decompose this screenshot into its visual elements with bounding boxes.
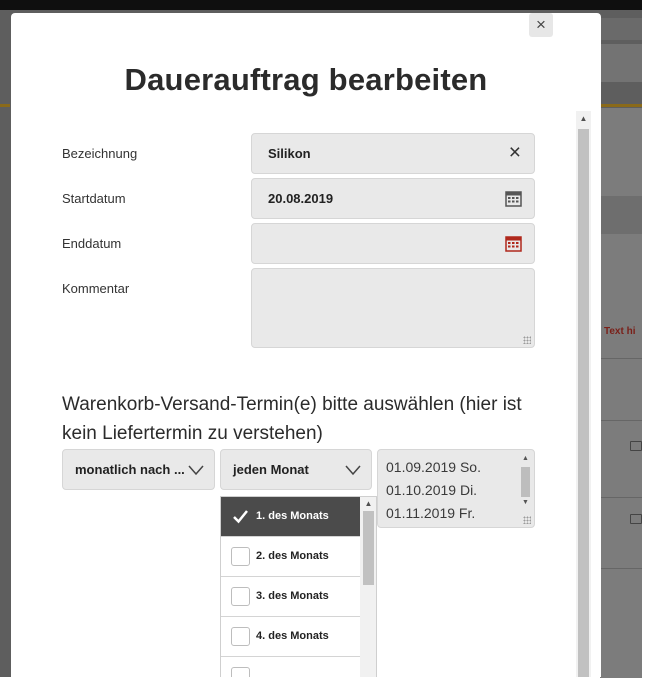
day-option-2[interactable]: 2. des Monats (221, 537, 360, 577)
background-text-fragment: Text hi (604, 326, 636, 337)
background-divider (600, 420, 642, 421)
background-accent-line (0, 104, 10, 107)
start-date-label: Startdatum (62, 191, 126, 206)
checkbox[interactable] (231, 627, 250, 646)
cart-icon (630, 514, 642, 524)
dropdown-scrollbar[interactable]: ▲ (360, 497, 376, 677)
checkbox[interactable] (231, 547, 250, 566)
list-item: 01.09.2019 So. (386, 459, 481, 475)
interval-select[interactable]: jeden Monat (220, 449, 372, 490)
name-label: Bezeichnung (62, 146, 138, 161)
background-band (600, 196, 642, 234)
modal-title: Dauerauftrag bearbeiten (124, 62, 488, 97)
background-divider (600, 568, 642, 569)
dropdown-scroll-thumb[interactable] (363, 511, 374, 585)
upcoming-dates-list[interactable]: 01.09.2019 So. 01.10.2019 Di. 01.11.2019… (377, 449, 535, 528)
dates-scrollbar[interactable]: ▲ ▼ (519, 452, 532, 516)
comment-label: Kommentar (62, 281, 130, 296)
background-divider (600, 497, 642, 498)
checkmark-icon (233, 510, 248, 524)
end-date-field[interactable] (251, 223, 535, 264)
close-button[interactable]: × (529, 13, 553, 37)
day-option-label: 4. des Monats (256, 630, 329, 642)
day-option-1[interactable]: 1. des Monats (221, 497, 360, 537)
day-options-dropdown[interactable]: 1. des Monats 2. des Monats 3. des Monat… (220, 496, 377, 677)
calendar-icon[interactable] (505, 190, 522, 207)
day-option-3[interactable]: 3. des Monats (221, 577, 360, 617)
day-option-label: 1. des Monats (256, 510, 329, 522)
checkbox[interactable] (231, 667, 250, 677)
chevron-down-icon (345, 465, 361, 476)
background-top-bar (0, 0, 649, 10)
comment-textarea[interactable] (251, 268, 535, 348)
list-item: 01.10.2019 Di. (386, 482, 478, 498)
checkbox[interactable] (231, 507, 250, 526)
resize-grip-icon[interactable] (523, 516, 531, 524)
name-value: Silikon (268, 146, 311, 161)
frequency-select[interactable]: monatlich nach ... (62, 449, 215, 490)
background-panel (600, 108, 642, 678)
scroll-up-arrow-icon[interactable]: ▲ (360, 497, 376, 511)
background-edge (642, 0, 649, 677)
modal-scroll-thumb[interactable] (578, 129, 589, 677)
end-date-label: Enddatum (62, 236, 122, 251)
list-item: 01.11.2019 Fr. (386, 505, 476, 521)
chevron-down-icon (188, 465, 204, 476)
resize-grip-icon[interactable] (523, 336, 531, 344)
scroll-up-arrow-icon[interactable]: ▲ (519, 452, 532, 465)
frequency-select-value: monatlich nach ... (75, 462, 185, 477)
scroll-up-arrow-icon[interactable]: ▲ (576, 111, 591, 127)
dates-scroll-thumb[interactable] (521, 467, 530, 497)
clear-icon[interactable]: × (509, 142, 521, 164)
interval-select-value: jeden Monat (233, 462, 309, 477)
checkbox[interactable] (231, 587, 250, 606)
start-date-value: 20.08.2019 (268, 191, 334, 206)
background-divider (600, 358, 642, 359)
day-option-5[interactable] (221, 657, 360, 677)
cart-icon (630, 441, 642, 451)
day-option-label: 2. des Monats (256, 550, 329, 562)
start-date-field[interactable]: 20.08.2019 (251, 178, 535, 219)
scroll-down-arrow-icon[interactable]: ▼ (519, 496, 532, 509)
day-option-4[interactable]: 4. des Monats (221, 617, 360, 657)
calendar-icon[interactable] (505, 235, 522, 252)
name-field[interactable]: Silikon × (251, 133, 535, 174)
schedule-heading: Warenkorb-Versand-Termin(e) bitte auswäh… (62, 394, 522, 444)
day-option-label: 3. des Monats (256, 590, 329, 602)
